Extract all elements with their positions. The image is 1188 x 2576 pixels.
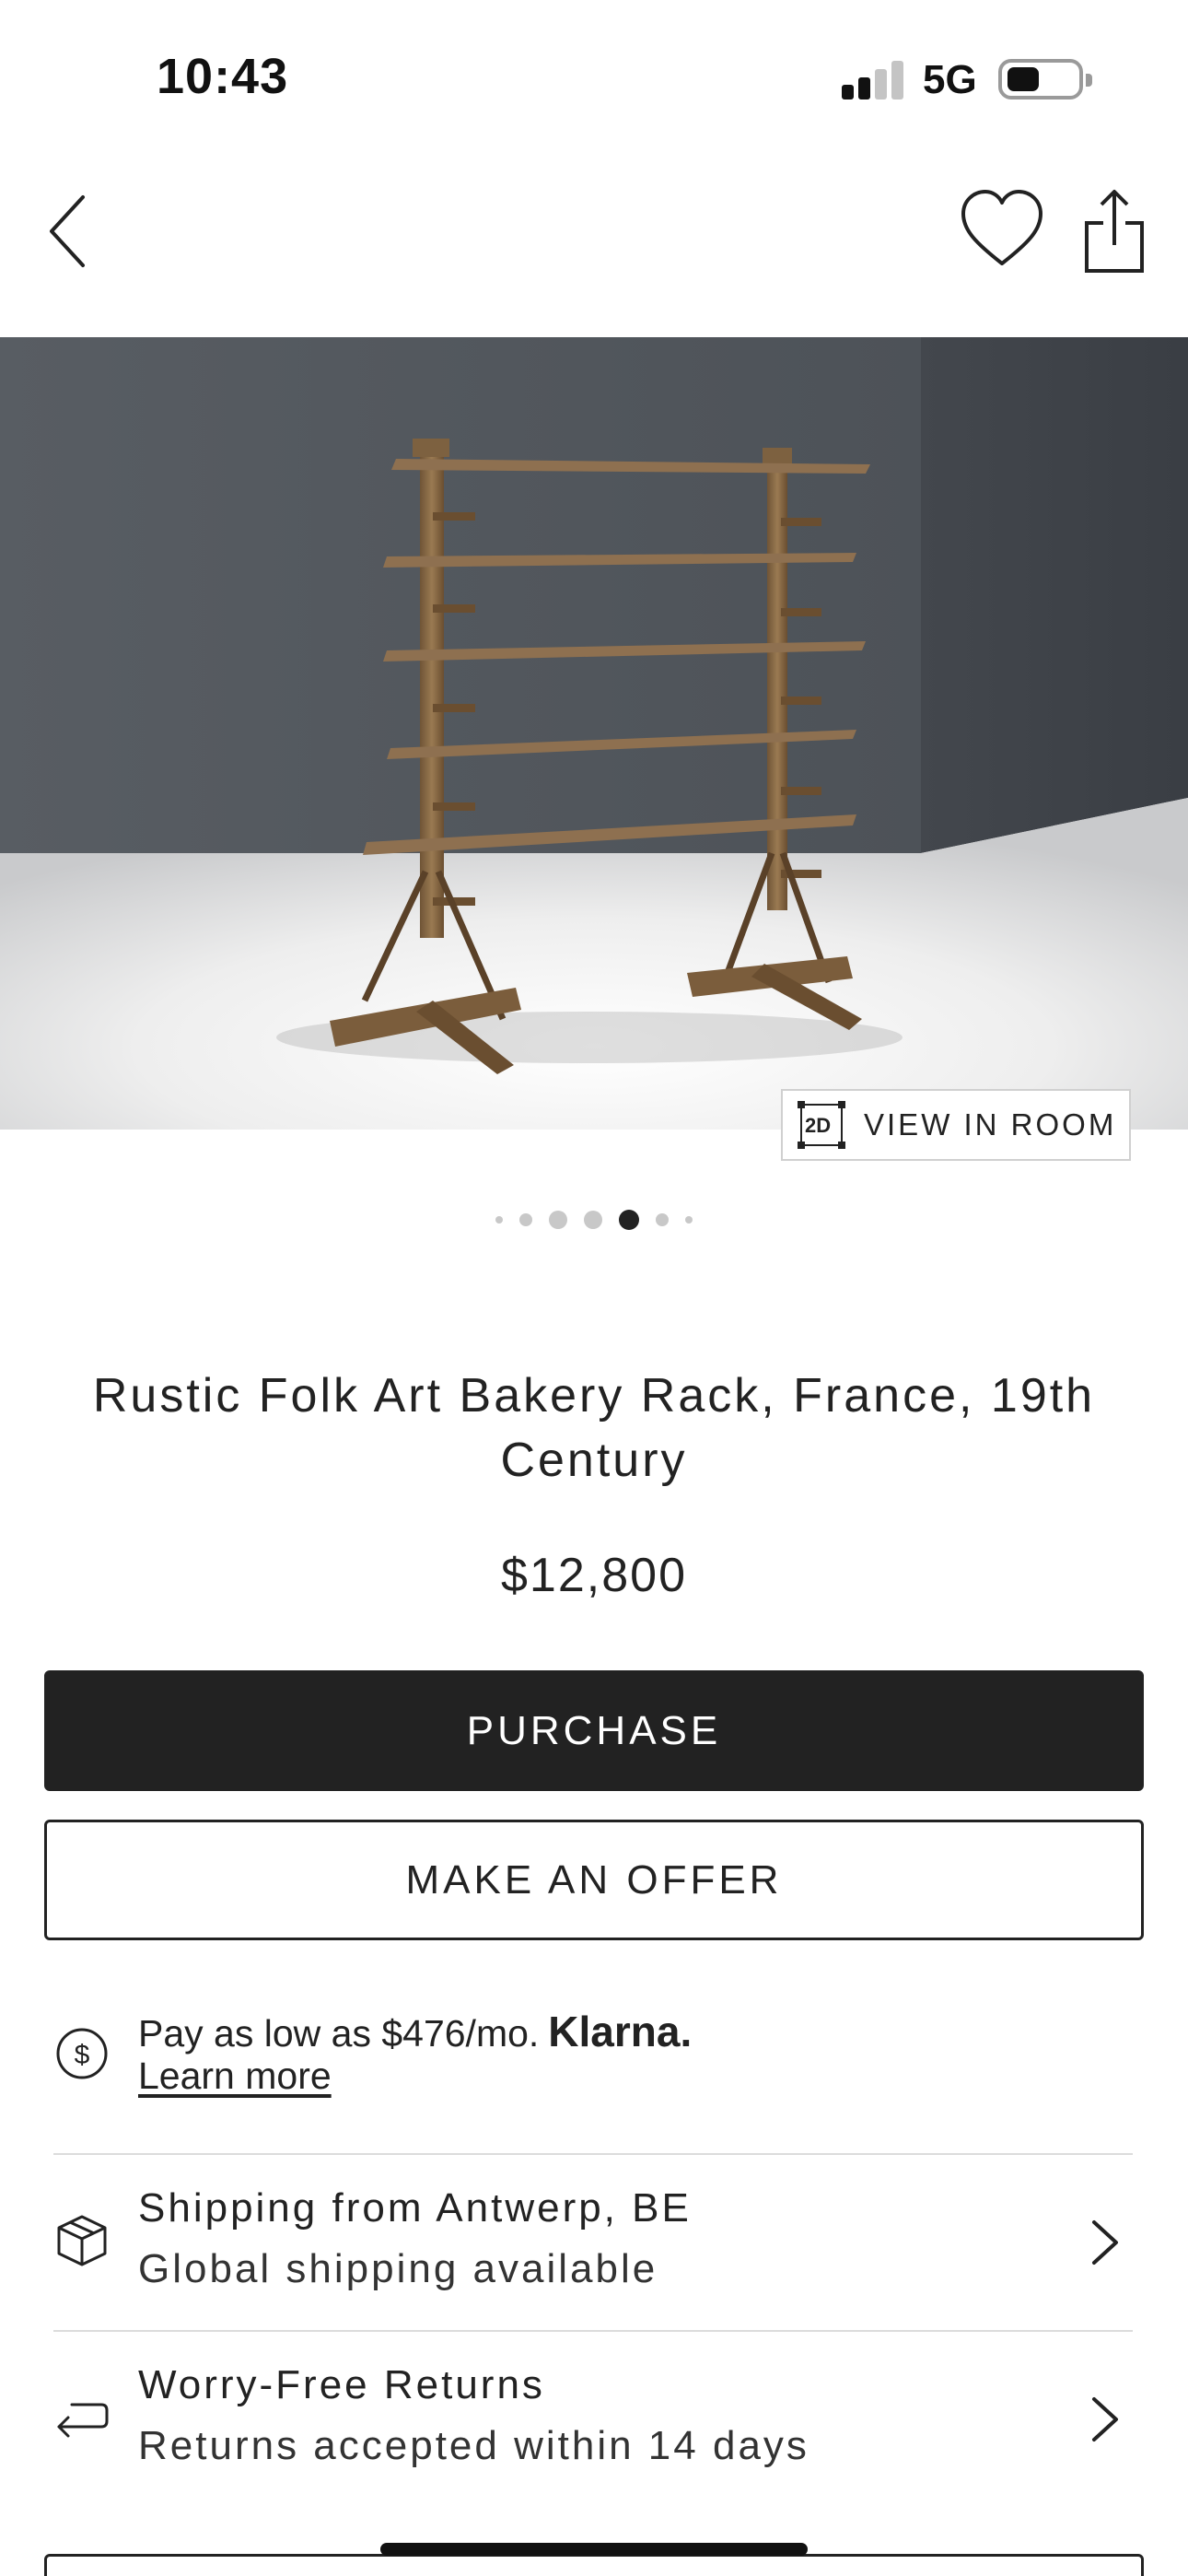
chevron-left-icon <box>50 195 85 267</box>
carousel-dot[interactable] <box>685 1216 693 1224</box>
top-nav-bar <box>0 166 1188 304</box>
carousel-dot[interactable] <box>656 1213 669 1226</box>
divider <box>53 2330 1133 2332</box>
network-type: 5G <box>923 57 977 102</box>
carousel-dot[interactable] <box>549 1211 567 1229</box>
back-button[interactable] <box>37 190 101 273</box>
bakery-rack-photo <box>0 337 1188 1130</box>
returns-policy: Returns accepted within 14 days <box>138 2423 809 2468</box>
klarna-logo: Klarna. <box>548 2008 693 2055</box>
home-indicator <box>380 2543 808 2556</box>
shipping-row[interactable]: Shipping from Antwerp, BE Global shippin… <box>53 2156 1133 2331</box>
status-bar: 10:43 5G <box>0 0 1188 147</box>
product-title: Rustic Folk Art Bakery Rack, France, 19t… <box>92 1369 1096 1487</box>
returns-title: Worry-Free Returns <box>138 2362 545 2407</box>
chevron-right-icon <box>1092 2220 1118 2265</box>
status-time: 10:43 <box>157 49 289 104</box>
make-offer-button[interactable]: MAKE AN OFFER <box>44 1820 1144 1940</box>
heart-icon <box>961 190 1042 265</box>
next-button-edge[interactable] <box>44 2554 1144 2576</box>
2d-badge-text: 2D <box>805 1114 832 1137</box>
svg-text:$: $ <box>75 2040 90 2070</box>
share-button[interactable] <box>1077 186 1151 275</box>
favorite-button[interactable] <box>958 186 1046 275</box>
shipping-note: Global shipping available <box>138 2246 658 2291</box>
product-image[interactable] <box>0 337 1188 1130</box>
signal-strength-icon <box>842 59 904 100</box>
divider <box>53 2153 1133 2155</box>
shipping-origin: Shipping from Antwerp, BE <box>138 2185 692 2231</box>
financing-info: $ Pay as low as $476/mo. Klarna. Learn mo… <box>53 2003 1140 2113</box>
carousel-dot-active[interactable] <box>619 1210 639 1230</box>
purchase-button[interactable]: PURCHASE <box>44 1670 1144 1791</box>
2d-icon: 2D <box>796 1099 847 1151</box>
share-icon <box>1085 190 1144 273</box>
return-arrow-icon <box>57 2403 109 2438</box>
financing-text: Pay as low as $476/mo. Klarna. <box>138 2007 692 2056</box>
returns-row[interactable]: Worry-Free Returns Returns accepted with… <box>53 2333 1133 2508</box>
view-in-room-button[interactable]: 2D VIEW IN ROOM <box>781 1089 1131 1161</box>
carousel-dot[interactable] <box>495 1216 503 1224</box>
carousel-dot[interactable] <box>519 1213 532 1226</box>
carousel-dot[interactable] <box>584 1211 602 1229</box>
dollar-circle-icon: $ <box>56 2028 108 2079</box>
financing-amount-text: Pay as low as $476/mo. <box>138 2012 540 2055</box>
battery-icon <box>998 59 1092 100</box>
learn-more-link[interactable]: Learn more <box>138 2055 332 2098</box>
image-carousel-dots <box>0 1209 1188 1231</box>
product-price: $12,800 <box>501 1549 687 1602</box>
view-in-room-label: VIEW IN ROOM <box>864 1107 1117 1142</box>
chevron-right-icon <box>1092 2397 1118 2441</box>
box-icon <box>57 2215 107 2266</box>
